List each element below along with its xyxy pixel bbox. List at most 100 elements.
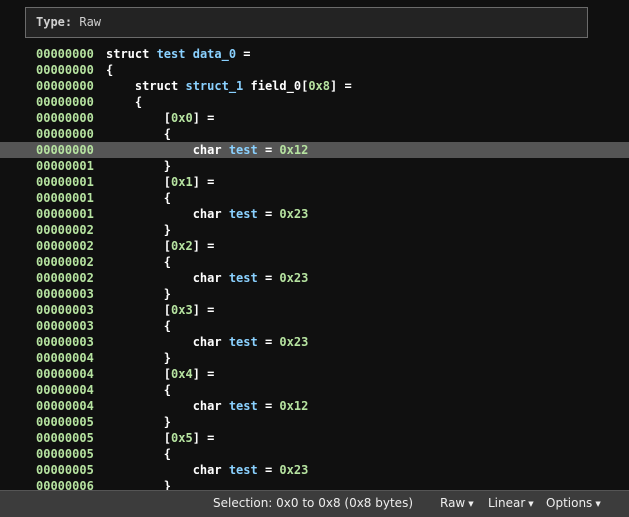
code-line[interactable]: 00000000 struct struct_1 field_0[0x8] =	[0, 78, 629, 94]
line-address: 00000000	[36, 127, 94, 141]
line-code: char test = 0x23	[106, 270, 309, 286]
code-token: }	[106, 415, 172, 429]
code-token: }	[106, 351, 172, 365]
code-line[interactable]: 00000002 }	[0, 222, 629, 238]
code-line[interactable]: 00000001 {	[0, 190, 629, 206]
numeric-literal: 0x2	[171, 239, 193, 253]
code-line[interactable]: 00000001 }	[0, 158, 629, 174]
code-line[interactable]: 00000001 [0x1] =	[0, 174, 629, 190]
code-line[interactable]: 00000000 [0x0] =	[0, 110, 629, 126]
numeric-literal: 0x4	[171, 367, 193, 381]
code-token: [	[106, 431, 172, 445]
identifier-token: test	[228, 271, 258, 285]
line-address: 00000005	[36, 431, 94, 445]
code-token: struct	[106, 47, 157, 61]
raw-view-dropdown[interactable]: Raw ▼	[440, 496, 474, 510]
code-token: char	[106, 399, 229, 413]
code-token: [	[106, 239, 172, 253]
code-token: ] =	[192, 111, 215, 125]
code-line[interactable]: 00000000 struct test data_0 =	[0, 46, 629, 62]
line-code: {	[106, 318, 171, 334]
code-line[interactable]: 00000001 char test = 0x23	[0, 206, 629, 222]
code-line[interactable]: 00000002 char test = 0x23	[0, 270, 629, 286]
line-code: [0x3] =	[106, 302, 215, 318]
chevron-down-icon: ▼	[468, 500, 474, 508]
code-token: ] =	[330, 79, 352, 93]
line-address: 00000005	[36, 415, 94, 429]
line-address: 00000004	[36, 367, 94, 381]
line-address: 00000004	[36, 383, 94, 397]
code-line[interactable]: 00000005 [0x5] =	[0, 430, 629, 446]
raw-view-label: Raw	[440, 496, 466, 510]
code-line[interactable]: 00000003 [0x3] =	[0, 302, 629, 318]
line-code: [0x2] =	[106, 238, 215, 254]
code-token: [	[106, 175, 172, 189]
code-token: =	[257, 399, 280, 413]
code-line[interactable]: 00000004 [0x4] =	[0, 366, 629, 382]
code-token: ] =	[192, 303, 215, 317]
linear-view-dropdown[interactable]: Linear ▼	[488, 496, 534, 510]
code-line[interactable]: 00000000 {	[0, 94, 629, 110]
code-line[interactable]: 00000003 char test = 0x23	[0, 334, 629, 350]
identifier-token: test	[228, 143, 258, 157]
line-code: }	[106, 350, 171, 366]
line-code: {	[106, 94, 142, 110]
code-line[interactable]: 00000000 {	[0, 62, 629, 78]
line-code: {	[106, 254, 171, 270]
code-token: ] =	[192, 431, 215, 445]
code-token: =	[257, 207, 280, 221]
line-address: 00000003	[36, 335, 94, 349]
code-token: char	[106, 463, 229, 477]
line-address: 00000000	[36, 79, 94, 93]
line-code: char test = 0x23	[106, 462, 309, 478]
line-address: 00000006	[36, 479, 94, 490]
code-token: {	[106, 255, 172, 269]
line-address: 00000001	[36, 159, 94, 173]
code-line[interactable]: 00000005 }	[0, 414, 629, 430]
code-token: ] =	[192, 239, 215, 253]
code-token: struct	[106, 79, 186, 93]
code-line[interactable]: 00000000 {	[0, 126, 629, 142]
line-address: 00000005	[36, 463, 94, 477]
line-address: 00000000	[36, 95, 94, 109]
chevron-down-icon: ▼	[528, 500, 534, 508]
code-line[interactable]: 00000004 }	[0, 350, 629, 366]
code-line[interactable]: 00000006 }	[0, 478, 629, 490]
code-token: [	[106, 111, 172, 125]
numeric-literal: 0x23	[279, 271, 309, 285]
code-line[interactable]: 00000002 [0x2] =	[0, 238, 629, 254]
hex-type-view: Type: Raw 00000000 struct test data_0 = 00…	[0, 0, 629, 517]
numeric-literal: 0x23	[279, 335, 309, 349]
numeric-literal: 0x1	[171, 175, 193, 189]
line-address: 00000002	[36, 239, 94, 253]
options-label: Options	[546, 496, 593, 510]
line-code: }	[106, 286, 171, 302]
line-address: 00000004	[36, 399, 94, 413]
line-code: [0x0] =	[106, 110, 215, 126]
code-line[interactable]: 00000000 char test = 0x12	[0, 142, 629, 158]
line-address: 00000003	[36, 287, 94, 301]
code-token: {	[106, 191, 172, 205]
code-line[interactable]: 00000004 char test = 0x12	[0, 398, 629, 414]
identifier-token: test	[228, 335, 258, 349]
line-code: }	[106, 414, 171, 430]
options-dropdown[interactable]: Options ▼	[546, 496, 601, 510]
line-address: 00000000	[36, 143, 94, 157]
line-code: {	[106, 446, 171, 462]
line-code: char test = 0x12	[106, 142, 309, 158]
code-line[interactable]: 00000002 {	[0, 254, 629, 270]
line-address: 00000005	[36, 447, 94, 461]
code-line[interactable]: 00000003 }	[0, 286, 629, 302]
linear-view-label: Linear	[488, 496, 526, 510]
code-line[interactable]: 00000005 {	[0, 446, 629, 462]
line-code: {	[106, 126, 171, 142]
code-line[interactable]: 00000004 {	[0, 382, 629, 398]
code-listing[interactable]: 00000000 struct test data_0 = 00000000 {000…	[0, 46, 629, 490]
line-address: 00000000	[36, 111, 94, 125]
code-token: ] =	[192, 367, 215, 381]
code-line[interactable]: 00000003 {	[0, 318, 629, 334]
line-address: 00000003	[36, 303, 94, 317]
code-line[interactable]: 00000005 char test = 0x23	[0, 462, 629, 478]
code-token: }	[106, 159, 172, 173]
line-code: [0x1] =	[106, 174, 215, 190]
